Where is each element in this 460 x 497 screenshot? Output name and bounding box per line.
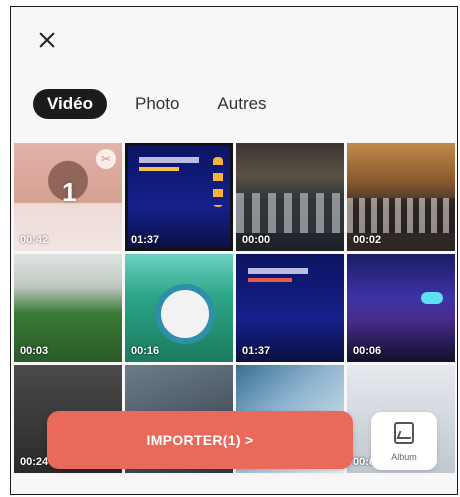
import-button[interactable]: IMPORTER(1) > xyxy=(47,411,353,469)
tab-photo[interactable]: Photo xyxy=(135,89,179,119)
media-picker: Vidéo Photo Autres ✂ 1 00:42 01:37 00:00… xyxy=(10,6,458,495)
media-thumbnail[interactable]: 00:02 xyxy=(347,143,455,251)
selection-order: 1 xyxy=(62,177,77,207)
album-icon xyxy=(394,422,414,444)
video-duration: 00:00 xyxy=(242,234,271,246)
media-tabs: Vidéo Photo Autres xyxy=(33,89,305,119)
slide-title-graphic xyxy=(139,157,199,163)
media-thumbnail[interactable]: 00:16 xyxy=(125,254,233,362)
media-thumbnail[interactable]: ✂ 1 00:42 xyxy=(14,143,122,251)
slide-title-graphic xyxy=(248,268,308,274)
media-thumbnail[interactable]: 00:03 xyxy=(14,254,122,362)
video-duration: 00:06 xyxy=(353,345,382,357)
media-thumbnail[interactable]: 01:37 xyxy=(236,254,344,362)
album-label: Album xyxy=(391,452,417,462)
video-duration: 00:42 xyxy=(20,234,49,246)
close-icon[interactable] xyxy=(36,29,58,51)
header: Vidéo Photo Autres xyxy=(11,7,457,143)
deselect-icon[interactable]: ✂ xyxy=(96,149,116,169)
tab-video[interactable]: Vidéo xyxy=(33,89,107,119)
video-duration: 00:16 xyxy=(131,345,160,357)
slide-subtitle-graphic xyxy=(139,167,179,171)
video-duration: 00:03 xyxy=(20,345,49,357)
video-duration: 01:37 xyxy=(131,234,160,246)
tab-autres[interactable]: Autres xyxy=(217,89,266,119)
video-duration: 00:02 xyxy=(353,234,382,246)
slide-subtitle-graphic xyxy=(248,278,292,282)
slide-decoration xyxy=(213,157,223,207)
video-duration: 00:24 xyxy=(20,456,49,468)
media-thumbnail[interactable]: 01:37 xyxy=(125,143,233,251)
album-button[interactable]: Album xyxy=(371,412,437,470)
video-duration: 01:37 xyxy=(242,345,271,357)
media-thumbnail[interactable]: 00:00 xyxy=(236,143,344,251)
media-thumbnail[interactable]: 00:06 xyxy=(347,254,455,362)
